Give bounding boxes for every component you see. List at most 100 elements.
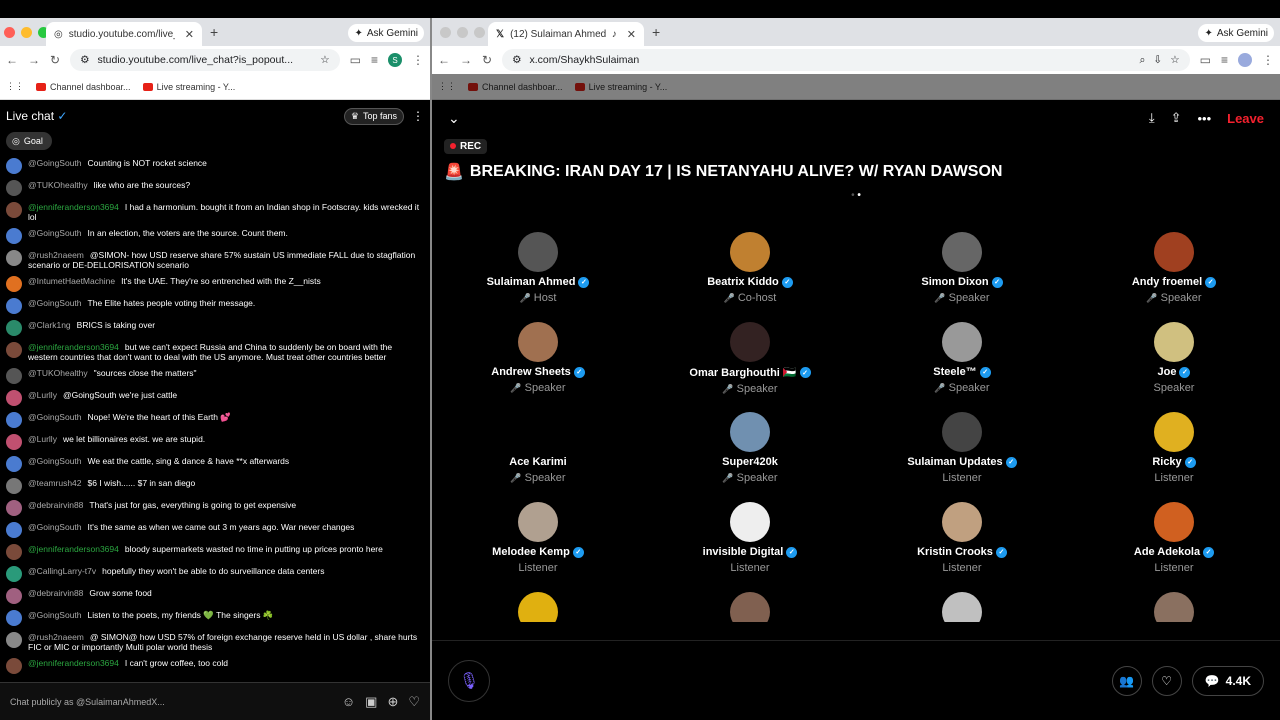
tab-x-profile[interactable]: 𝕏 (12) Sulaiman Ahmed (@S ♪ ✕ xyxy=(488,22,644,46)
avatar[interactable] xyxy=(1154,592,1194,622)
heart-icon[interactable]: ♡ xyxy=(408,694,420,710)
avatar[interactable] xyxy=(942,412,982,452)
avatar[interactable] xyxy=(1154,322,1194,362)
tab-youtube-chat[interactable]: ◎ studio.youtube.com/live_chat ✕ xyxy=(46,22,202,46)
participant[interactable]: Andrew Sheets ✓ 🎤 Speaker xyxy=(432,322,644,398)
close-window-button[interactable] xyxy=(4,27,15,38)
new-tab-button[interactable]: + xyxy=(652,24,660,40)
message-author[interactable]: @TUKOhealthy xyxy=(28,180,88,190)
avatar[interactable] xyxy=(6,566,22,582)
avatar[interactable] xyxy=(6,390,22,406)
participant[interactable]: Sulaiman Ahmed ✓ 🎤 Host xyxy=(432,232,644,308)
avatar[interactable] xyxy=(942,502,982,542)
participant[interactable]: Kristin Crooks ✓ Listener xyxy=(856,502,1068,578)
participant[interactable]: Super420k 🎤 Speaker xyxy=(644,412,856,488)
avatar[interactable] xyxy=(1154,412,1194,452)
star-icon[interactable]: ☆ xyxy=(1170,54,1179,66)
avatar[interactable] xyxy=(6,228,22,244)
message-author[interactable]: @rush2naeem xyxy=(28,632,84,642)
avatar[interactable] xyxy=(6,478,22,494)
participant[interactable]: Steele™ ✓ 🎤 Speaker xyxy=(856,322,1068,398)
message-author[interactable]: @GoingSouth xyxy=(28,298,82,308)
apps-icon[interactable]: ⋮⋮ xyxy=(6,81,24,92)
forward-icon[interactable]: → xyxy=(460,53,472,67)
chat-message[interactable]: @jenniferanderson3694 I can't grow coffee… xyxy=(6,658,424,674)
avatar[interactable] xyxy=(6,158,22,174)
more-options-icon[interactable]: ⋮ xyxy=(412,109,424,123)
speaker-icon[interactable]: ♪ xyxy=(612,29,617,40)
avatar[interactable] xyxy=(6,298,22,314)
bookmark-live-streaming[interactable]: Live streaming - Y... xyxy=(574,82,667,92)
avatar[interactable] xyxy=(6,180,22,196)
address-bar[interactable]: ⚙ x.com/ShaykhSulaiman ⌕ ⇩ ☆ xyxy=(502,49,1190,71)
avatar[interactable] xyxy=(518,412,558,452)
tab-search-icon[interactable]: ≡ xyxy=(1221,53,1228,67)
avatar[interactable] xyxy=(6,276,22,292)
ask-gemini-button[interactable]: ✦ Ask Gemini xyxy=(348,24,424,42)
chat-message[interactable]: @debrairvin88 That's just for gas, everyt… xyxy=(6,500,424,516)
avatar[interactable] xyxy=(730,592,770,622)
chat-message[interactable]: @Lurlly @GoingSouth we're just cattle xyxy=(6,390,424,406)
participant[interactable]: Ade Adekola ✓ Listener xyxy=(1068,502,1280,578)
participant[interactable]: Ace Karimi 🎤 Speaker xyxy=(432,412,644,488)
avatar[interactable] xyxy=(1154,232,1194,272)
message-author[interactable]: @jenniferanderson3694 xyxy=(28,658,119,668)
avatar[interactable] xyxy=(942,232,982,272)
chat-message[interactable]: @jenniferanderson3694 but we can't expect… xyxy=(6,342,424,362)
avatar[interactable] xyxy=(730,412,770,452)
goal-button[interactable]: ◎ Goal xyxy=(6,132,52,150)
share-icon[interactable]: ⇪ xyxy=(1171,110,1182,126)
reactions-button[interactable]: ♡ xyxy=(1151,665,1182,696)
chat-message-list[interactable]: @GoingSouth Counting is NOT rocket scienc… xyxy=(0,158,430,678)
close-window-button[interactable] xyxy=(440,27,451,38)
top-fans-button[interactable]: ♛ Top fans xyxy=(343,107,404,125)
message-author[interactable]: @GoingSouth xyxy=(28,158,82,168)
participant[interactable]: Joe ✓ Speaker xyxy=(1068,322,1280,398)
message-author[interactable]: @Clark1ng xyxy=(28,320,71,330)
chat-message[interactable]: @TUKOhealthy like who are the sources? xyxy=(6,180,424,196)
message-author[interactable]: @teamrush42 xyxy=(28,478,82,488)
avatar[interactable] xyxy=(6,434,22,450)
close-icon[interactable]: ✕ xyxy=(627,28,636,41)
forward-icon[interactable]: → xyxy=(28,53,40,67)
more-options-icon[interactable]: ••• xyxy=(1197,111,1211,126)
chat-message[interactable]: @GoingSouth In an election, the voters ar… xyxy=(6,228,424,244)
install-icon[interactable]: ⇩ xyxy=(1153,54,1162,66)
close-icon[interactable]: ✕ xyxy=(185,28,194,41)
minimize-window-button[interactable] xyxy=(21,27,32,38)
avatar[interactable] xyxy=(6,320,22,336)
microphone-button[interactable]: 🎙 xyxy=(448,659,490,702)
chat-message[interactable]: @TUKOhealthy "sources close the matters" xyxy=(6,368,424,384)
chat-message[interactable]: @GoingSouth The Elite hates people voting… xyxy=(6,298,424,314)
message-author[interactable]: @TUKOhealthy xyxy=(28,368,88,378)
add-icon[interactable]: ⊕ xyxy=(387,694,398,710)
avatar[interactable] xyxy=(518,592,558,622)
chat-message[interactable]: @jenniferanderson3694 bloody supermarkets… xyxy=(6,544,424,560)
chat-message[interactable]: @GoingSouth Counting is NOT rocket scienc… xyxy=(6,158,424,174)
message-author[interactable]: @debrairvin88 xyxy=(28,500,83,510)
comments-button[interactable]: 💬 4.4K xyxy=(1191,665,1264,696)
participant[interactable]: Simon Dixon ✓ 🎤 Speaker xyxy=(856,232,1068,308)
avatar[interactable] xyxy=(6,368,22,384)
message-author[interactable]: @Lurlly xyxy=(28,434,57,444)
super-chat-icon[interactable]: ▣ xyxy=(365,694,377,710)
chat-input[interactable]: Chat publicly as @SulaimanAhmedX... xyxy=(10,697,332,707)
chat-message[interactable]: @CallingLarry-t7v hopefully they won't be… xyxy=(6,566,424,582)
avatar[interactable] xyxy=(518,232,558,272)
message-author[interactable]: @Lurlly xyxy=(28,390,57,400)
message-author[interactable]: @IntumetHaetMachine xyxy=(28,276,115,286)
tab-search-icon[interactable]: ≡ xyxy=(371,53,378,67)
avatar[interactable] xyxy=(6,456,22,472)
back-icon[interactable]: ← xyxy=(438,53,450,67)
emoji-icon[interactable]: ☺ xyxy=(342,694,355,709)
message-author[interactable]: @jenniferanderson3694 xyxy=(28,342,119,352)
avatar[interactable] xyxy=(518,322,558,362)
message-author[interactable]: @CallingLarry-t7v xyxy=(28,566,96,576)
apps-icon[interactable]: ⋮⋮ xyxy=(438,81,456,92)
chat-message[interactable]: @debrairvin88 Grow some food xyxy=(6,588,424,604)
profile-avatar[interactable] xyxy=(1238,53,1252,67)
avatar[interactable] xyxy=(6,610,22,626)
avatar[interactable] xyxy=(6,342,22,358)
star-icon[interactable]: ☆ xyxy=(320,54,329,66)
minimize-window-button[interactable] xyxy=(457,27,468,38)
